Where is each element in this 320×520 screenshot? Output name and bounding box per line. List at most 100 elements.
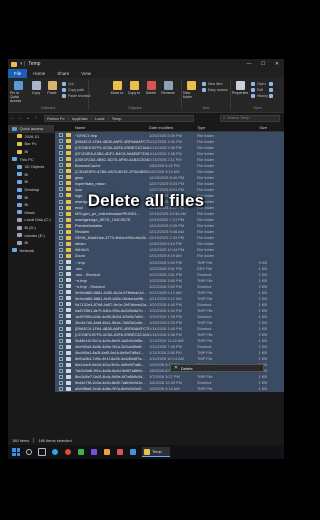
tab-home[interactable]: Home [27, 69, 51, 78]
breadcrumb-temp[interactable]: Temp [112, 116, 122, 121]
rename-button[interactable]: Rename [160, 81, 176, 95]
copy-button[interactable]: Copy [28, 81, 44, 95]
nav-item[interactable]: Local Disk (C:) [8, 216, 54, 224]
column-date-modified[interactable]: Date modified [149, 125, 197, 130]
row-checkbox[interactable] [59, 266, 63, 271]
row-checkbox[interactable] [59, 386, 63, 391]
row-checkbox[interactable] [59, 145, 63, 150]
row-checkbox[interactable] [59, 211, 63, 216]
row-checkbox[interactable] [59, 272, 63, 277]
tab-file[interactable]: File [8, 69, 28, 78]
nav-item[interactable]: Bar Pc [8, 140, 54, 148]
address-bar[interactable]: Roban Pc › AppData › Local › Temp [44, 114, 194, 122]
search-taskbar-icon[interactable] [24, 447, 34, 457]
edit-button[interactable]: Edit [251, 88, 263, 92]
nav-item[interactable]: 2026-01 [8, 133, 54, 141]
row-checkbox[interactable] [59, 181, 63, 186]
new-folder-button[interactable]: New folder [183, 81, 199, 99]
row-checkbox[interactable] [59, 157, 63, 162]
taskbar-explorer-button[interactable]: Temp [142, 447, 170, 457]
app-icon[interactable] [102, 447, 112, 457]
search-input[interactable]: ⌕ Search Temp [220, 114, 280, 122]
row-checkbox[interactable] [59, 151, 63, 156]
task-view-icon[interactable] [37, 447, 47, 457]
chrome-icon[interactable] [63, 447, 73, 457]
app-icon[interactable] [76, 447, 86, 457]
row-checkbox[interactable] [59, 374, 63, 379]
pin-button[interactable]: Pin to Quick access [10, 81, 26, 103]
app-icon[interactable] [115, 447, 125, 457]
row-checkbox[interactable] [59, 302, 63, 307]
row-checkbox[interactable] [59, 169, 63, 174]
row-checkbox[interactable] [59, 217, 63, 222]
nav-item[interactable]: Bi [8, 178, 54, 186]
paste-shortcut-button[interactable]: Paste shortcut [62, 94, 90, 98]
row-checkbox[interactable] [59, 284, 63, 289]
row-checkbox[interactable] [59, 338, 63, 343]
breadcrumb-pc[interactable]: Roban Pc [47, 116, 65, 121]
forward-arrow-icon[interactable]: → [16, 115, 24, 121]
row-checkbox[interactable] [59, 241, 63, 246]
nav-item[interactable]: Bi (D:) [8, 224, 54, 232]
row-checkbox[interactable] [59, 290, 63, 295]
easy-access-button[interactable]: Easy access [202, 88, 228, 92]
properties-button[interactable]: Properties [232, 81, 248, 95]
row-checkbox[interactable] [59, 175, 63, 180]
close-icon[interactable]: ✕ [270, 61, 284, 67]
up-arrow-icon[interactable]: ↑ [32, 115, 40, 121]
start-button[interactable] [11, 447, 21, 457]
tab-share[interactable]: Share [51, 69, 75, 78]
row-checkbox[interactable] [59, 229, 63, 234]
row-checkbox[interactable] [59, 350, 63, 355]
row-checkbox[interactable] [59, 362, 63, 367]
column-name[interactable]: Name [55, 125, 149, 130]
file-row[interactable]: a0e5f8a9-2c4b-4d6e-9f7a-8b9c0d1e2f... 1/5… [55, 385, 284, 393]
app-icon[interactable] [128, 447, 138, 457]
back-arrow-icon[interactable]: ← [8, 115, 16, 121]
context-menu-delete[interactable]: Delete [181, 366, 193, 371]
select-all-button[interactable] [269, 82, 275, 86]
history-button[interactable]: History [251, 94, 268, 98]
nav-item[interactable]: Quick access [8, 125, 54, 133]
breadcrumb-appdata[interactable]: AppData [72, 116, 88, 121]
row-checkbox[interactable] [59, 314, 63, 319]
nav-item[interactable]: Bi [8, 239, 54, 247]
quick-access-toolbar-icon[interactable]: ▾ | [20, 61, 25, 67]
row-checkbox[interactable] [59, 260, 63, 264]
column-size[interactable]: Size [239, 125, 269, 130]
open-button[interactable]: Open [251, 82, 266, 86]
recent-chevron-icon[interactable]: ⌄ [24, 115, 32, 121]
nav-item[interactable]: Bi [8, 171, 54, 179]
new-item-button[interactable]: New item [202, 82, 223, 86]
row-checkbox[interactable] [59, 308, 63, 313]
paste-button[interactable]: Paste [44, 81, 60, 95]
delete-button[interactable]: Delete [143, 81, 159, 95]
row-checkbox[interactable] [59, 320, 63, 325]
row-checkbox[interactable] [59, 139, 63, 144]
nav-item[interactable]: This PC [8, 155, 54, 163]
nav-item[interactable]: Network [8, 247, 54, 255]
breadcrumb-local[interactable]: Local [95, 116, 105, 121]
minimize-icon[interactable]: — [242, 61, 256, 67]
move-to-button[interactable]: Move to [109, 81, 125, 95]
nav-item[interactable]: Bi [8, 148, 54, 156]
edge-icon[interactable] [50, 447, 60, 457]
row-checkbox[interactable] [59, 235, 63, 240]
row-checkbox[interactable] [59, 380, 63, 385]
invert-selection-button[interactable] [269, 94, 275, 98]
app-icon[interactable] [89, 447, 99, 457]
row-checkbox[interactable] [59, 332, 63, 337]
row-checkbox[interactable] [59, 344, 63, 349]
row-checkbox[interactable] [59, 223, 63, 228]
row-checkbox[interactable] [59, 247, 63, 252]
select-none-button[interactable] [269, 88, 275, 92]
row-checkbox[interactable] [59, 356, 63, 361]
maximize-icon[interactable]: ☐ [256, 61, 270, 67]
row-checkbox[interactable] [59, 278, 63, 283]
row-checkbox[interactable] [59, 163, 63, 168]
nav-item[interactable]: movies (E:) [8, 231, 54, 239]
tab-view[interactable]: View [75, 69, 97, 78]
row-checkbox[interactable] [59, 133, 63, 138]
cut-button[interactable]: Cut [62, 82, 73, 86]
nav-item[interactable]: 3D Objects [8, 163, 54, 171]
